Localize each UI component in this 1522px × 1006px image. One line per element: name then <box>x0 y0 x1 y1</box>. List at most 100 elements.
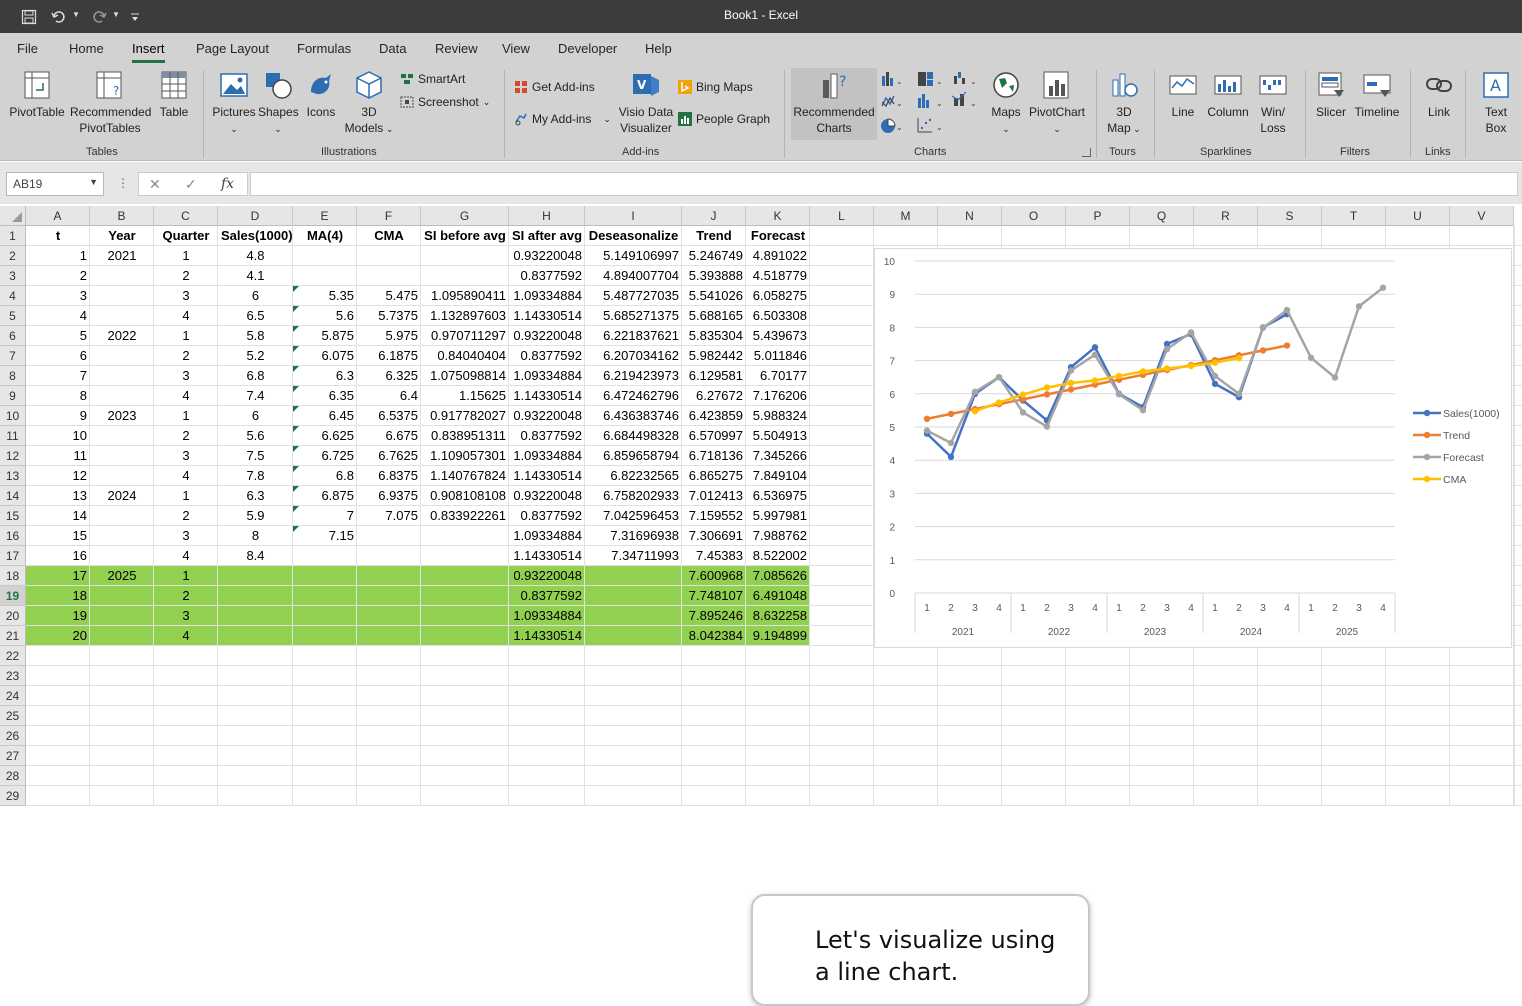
row-header-5[interactable]: 5 <box>0 306 26 326</box>
table-cell[interactable]: 5.982442 <box>682 346 746 366</box>
visio-data-visualizer-button[interactable]: V Visio Data Visualizer <box>618 70 674 136</box>
table-cell[interactable]: 6.423859 <box>682 406 746 426</box>
link-button[interactable]: Link <box>1420 70 1458 120</box>
table-cell[interactable]: 8.522002 <box>746 546 810 566</box>
table-cell[interactable]: 6 <box>218 286 293 306</box>
maps-button[interactable]: Maps ⌄ <box>988 70 1024 137</box>
table-cell[interactable]: 0.908108108 <box>421 486 509 506</box>
table-cell[interactable]: 5.6 <box>293 306 357 326</box>
tab-data[interactable]: Data <box>379 41 406 56</box>
column-header-s[interactable]: S <box>1258 206 1322 226</box>
table-cell[interactable]: 1.15625 <box>421 386 509 406</box>
tab-formulas[interactable]: Formulas <box>297 41 351 56</box>
table-cell[interactable]: 6.8375 <box>357 466 421 486</box>
table-cell[interactable]: 3 <box>154 366 218 386</box>
sparkline-line-button[interactable]: Line <box>1163 70 1203 120</box>
column-header-n[interactable]: N <box>938 206 1002 226</box>
table-cell[interactable]: 6.625 <box>293 426 357 446</box>
error-indicator-icon[interactable] <box>293 306 299 312</box>
table-cell[interactable]: 2023 <box>90 406 154 426</box>
table-cell[interactable]: 5.35 <box>293 286 357 306</box>
table-cell[interactable]: 5.685271375 <box>585 306 682 326</box>
table-cell[interactable]: 2 <box>154 266 218 286</box>
table-cell[interactable]: 5.246749 <box>682 246 746 266</box>
table-cell[interactable]: 5.688165 <box>682 306 746 326</box>
table-cell[interactable]: 1.132897603 <box>421 306 509 326</box>
icons-button[interactable]: Icons <box>303 70 339 120</box>
table-cell[interactable]: 4.1 <box>218 266 293 286</box>
more-options-icon[interactable]: ⋮ <box>117 176 129 190</box>
table-cell[interactable]: 6.3 <box>218 486 293 506</box>
header-cell[interactable]: Year <box>90 226 154 246</box>
row-header-24[interactable]: 24 <box>0 686 26 706</box>
row-header-23[interactable]: 23 <box>0 666 26 686</box>
table-cell[interactable]: 2 <box>154 506 218 526</box>
table-cell[interactable]: 7.042596453 <box>585 506 682 526</box>
tab-review[interactable]: Review <box>435 41 478 56</box>
row-header-11[interactable]: 11 <box>0 426 26 446</box>
table-cell[interactable]: 7.306691 <box>682 526 746 546</box>
table-cell[interactable]: 8 <box>218 526 293 546</box>
error-indicator-icon[interactable] <box>293 466 299 472</box>
table-cell[interactable]: 7.600968 <box>682 566 746 586</box>
table-cell[interactable]: 6.3 <box>293 366 357 386</box>
table-cell[interactable]: 6.219423973 <box>585 366 682 386</box>
header-cell[interactable]: Trend <box>682 226 746 246</box>
table-cell[interactable]: 1.140767824 <box>421 466 509 486</box>
column-header-e[interactable]: E <box>293 206 357 226</box>
table-cell[interactable]: 6.207034162 <box>585 346 682 366</box>
column-header-o[interactable]: O <box>1002 206 1066 226</box>
column-header-i[interactable]: I <box>585 206 682 226</box>
table-cell[interactable]: 4.8 <box>218 246 293 266</box>
table-cell[interactable]: 7.159552 <box>682 506 746 526</box>
error-indicator-icon[interactable] <box>293 426 299 432</box>
table-cell[interactable]: 6.875 <box>293 486 357 506</box>
table-cell[interactable]: 0.917782027 <box>421 406 509 426</box>
line-chart[interactable]: 0 1 2 3 4 5 6 7 8 9 10 1 2 3 4 1 2 3 4 1 2 3 4 1 2 3 4 1 2 3 4 2021 2022… <box>874 248 1512 648</box>
column-header-l[interactable]: L <box>810 206 874 226</box>
table-cell[interactable]: 7.075 <box>357 506 421 526</box>
table-cell[interactable]: 1.14330514 <box>509 386 585 406</box>
table-cell[interactable]: 1.095890411 <box>421 286 509 306</box>
table-cell[interactable]: 6.718136 <box>682 446 746 466</box>
table-cell[interactable]: 6.472462796 <box>585 386 682 406</box>
table-cell[interactable]: 6 <box>26 346 90 366</box>
table-cell[interactable]: 1.09334884 <box>509 446 585 466</box>
table-cell[interactable]: 15 <box>26 526 90 546</box>
name-box[interactable]: AB19 ▼ <box>6 172 104 196</box>
table-cell[interactable]: 8 <box>26 386 90 406</box>
screenshot-button[interactable]: Screenshot ⌄ <box>400 95 490 109</box>
table-cell[interactable]: 7.15 <box>293 526 357 546</box>
table-cell[interactable]: 7.012413 <box>682 486 746 506</box>
tab-file[interactable]: File <box>17 41 38 56</box>
shapes-button[interactable]: Shapes ⌄ <box>258 70 299 137</box>
table-cell[interactable]: 1.14330514 <box>509 466 585 486</box>
insert-function-icon[interactable]: fx <box>221 176 234 192</box>
row-header-10[interactable]: 10 <box>0 406 26 426</box>
table-cell[interactable]: 2022 <box>90 326 154 346</box>
row-header-9[interactable]: 9 <box>0 386 26 406</box>
table-cell[interactable]: 1.14330514 <box>509 306 585 326</box>
table-cell[interactable]: 6.570997 <box>682 426 746 446</box>
table-cell[interactable]: 0.84040404 <box>421 346 509 366</box>
table-cell[interactable]: 0.8377592 <box>509 426 585 446</box>
table-cell[interactable]: 4.891022 <box>746 246 810 266</box>
column-header-k[interactable]: K <box>746 206 810 226</box>
row-header-8[interactable]: 8 <box>0 366 26 386</box>
row-header-14[interactable]: 14 <box>0 486 26 506</box>
worksheet-grid[interactable]: A B C D E F G H I J K L M N O P Q R S T U V 1 2 3 4 5 6 7 8 9 10 11 12 13 1… <box>0 206 1522 1006</box>
header-cell[interactable]: CMA <box>357 226 421 246</box>
sparkline-column-button[interactable]: Column <box>1204 70 1252 120</box>
table-cell[interactable]: 6.9375 <box>357 486 421 506</box>
get-addins-button[interactable]: Get Add-ins <box>514 80 595 94</box>
column-header-a[interactable]: A <box>26 206 90 226</box>
table-cell[interactable]: 9 <box>26 406 90 426</box>
table-cell[interactable]: 0.8377592 <box>509 346 585 366</box>
table-cell[interactable]: 5.988324 <box>746 406 810 426</box>
table-cell[interactable]: 5.875 <box>293 326 357 346</box>
row-header-16[interactable]: 16 <box>0 526 26 546</box>
column-header-t[interactable]: T <box>1322 206 1386 226</box>
table-cell[interactable]: 6.4 <box>357 386 421 406</box>
cancel-icon[interactable]: ✕ <box>149 176 161 193</box>
error-indicator-icon[interactable] <box>293 406 299 412</box>
